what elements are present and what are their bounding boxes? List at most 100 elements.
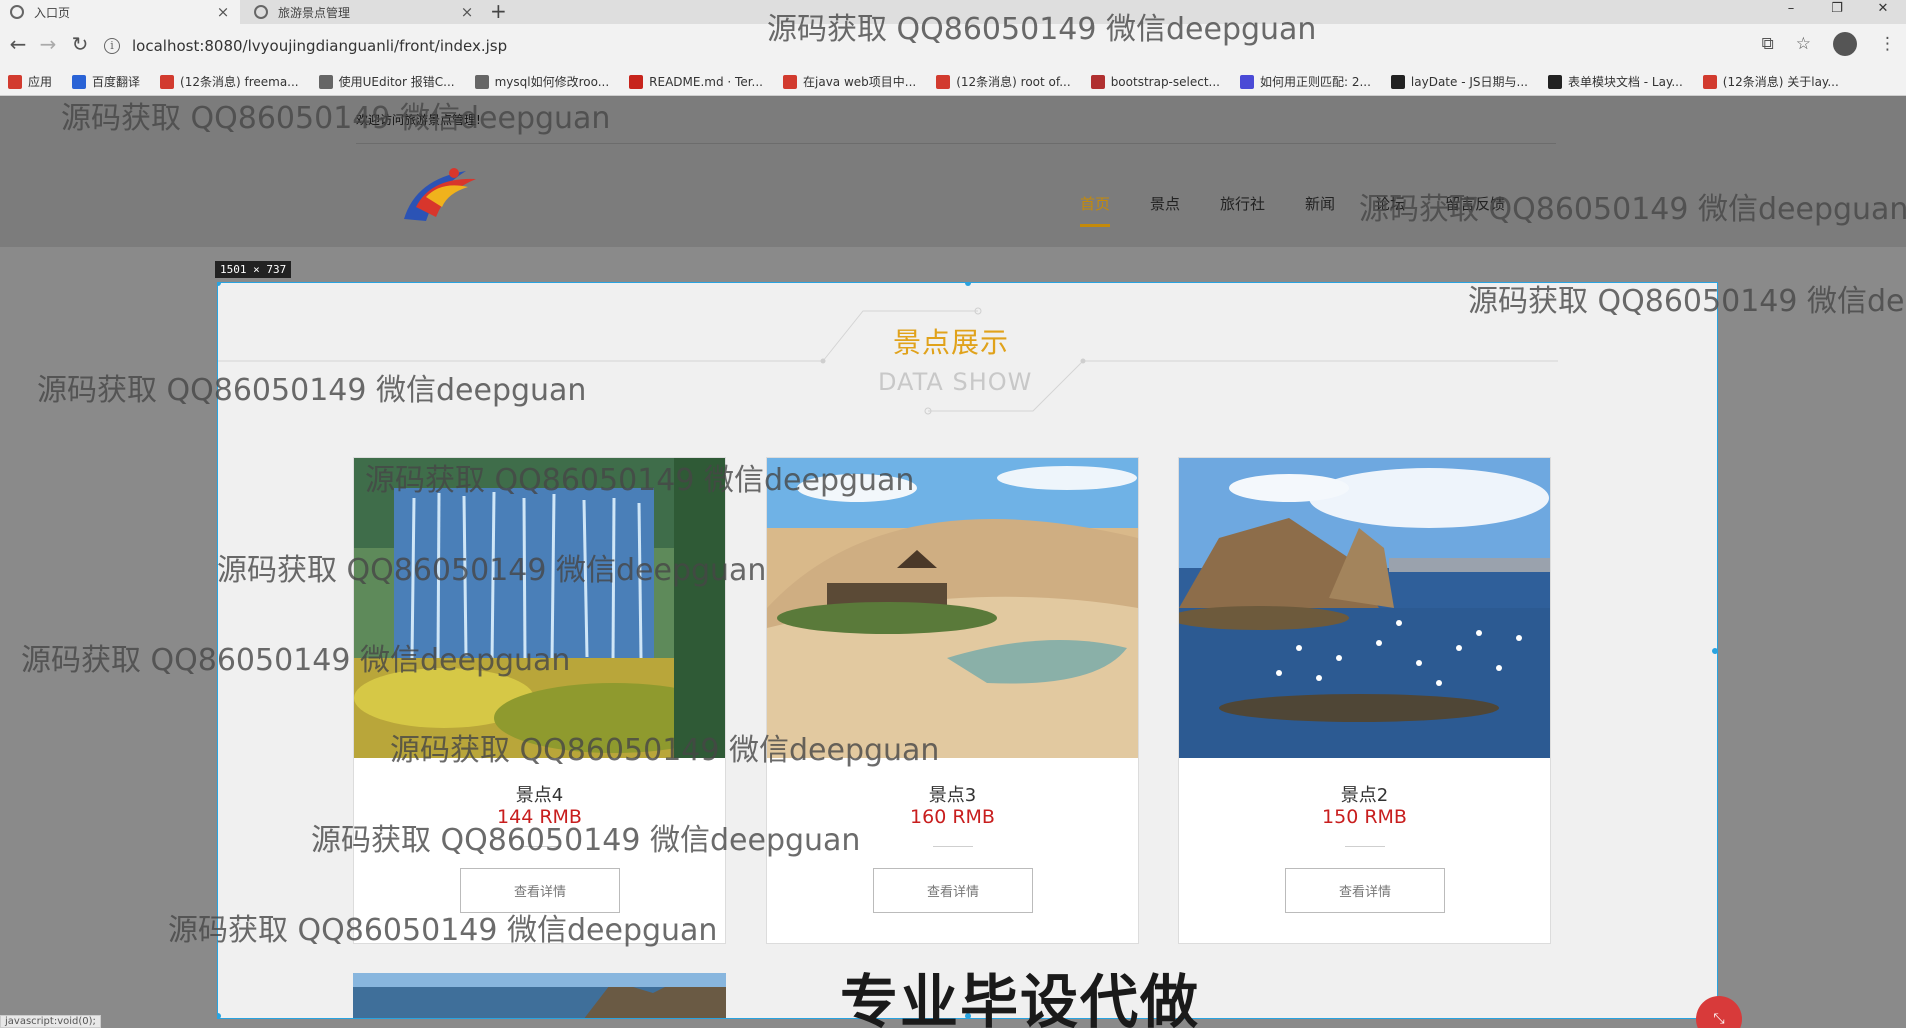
- bookmark-item[interactable]: (12条消息) freema...: [160, 73, 299, 90]
- tab-attraction-management[interactable]: 旅游景点管理 ×: [244, 0, 484, 24]
- bookmark-item[interactable]: 应用: [8, 73, 52, 90]
- page-favicon-icon: [254, 5, 268, 19]
- section-title-en: DATA SHOW: [878, 368, 1033, 396]
- attraction-photo-waterfall[interactable]: [354, 458, 734, 758]
- nav-feedback[interactable]: 留言反馈: [1445, 193, 1505, 227]
- view-details-button[interactable]: 查看详情: [460, 868, 620, 913]
- promo-banner: 专业毕设代做: [840, 968, 1201, 1028]
- bookmark-favicon-icon: [1702, 74, 1717, 89]
- bookmark-item[interactable]: mysql如何修改roo...: [474, 73, 610, 90]
- window-controls: – ❐ ✕: [1768, 0, 1906, 24]
- bookmark-label: bootstrap-select...: [1110, 74, 1220, 89]
- minimize-icon[interactable]: –: [1768, 0, 1814, 24]
- bookmark-item[interactable]: bootstrap-select...: [1090, 74, 1220, 89]
- attraction-name: 景点2: [1340, 785, 1389, 806]
- bookmark-label: README.md · Ter...: [649, 74, 763, 89]
- card-divider: [933, 846, 973, 847]
- profile-avatar-icon[interactable]: [1833, 32, 1857, 56]
- bookmark-favicon-icon: [1239, 74, 1254, 89]
- info-icon[interactable]: i: [104, 38, 120, 54]
- bookmark-favicon-icon: [72, 74, 87, 89]
- header-divider: [356, 143, 1556, 144]
- browser-tab-bar: 入口页 × 旅游景点管理 × + – ❐ ✕: [0, 0, 1906, 24]
- bookmark-favicon-icon: [1547, 74, 1562, 89]
- bookmark-label: 使用UEditor 报错C...: [338, 75, 455, 89]
- attraction-price: 160 RMB: [910, 806, 995, 828]
- attraction-photo-coast[interactable]: [1169, 458, 1550, 758]
- tab-label: 入口页: [34, 5, 71, 20]
- bookmark-favicon-icon: [474, 74, 489, 89]
- bookmark-label: 在java web项目中...: [803, 75, 917, 89]
- bookmark-item[interactable]: README.md · Ter...: [629, 74, 763, 89]
- bookmark-item[interactable]: (12条消息) root of...: [936, 73, 1071, 90]
- address-bar: ← → ↻ i localhost:8080/lvyoujingdianguan…: [0, 24, 1906, 68]
- bookmark-label: (12条消息) freema...: [180, 75, 299, 89]
- url-field[interactable]: i localhost:8080/lvyoujingdianguanli/fro…: [104, 33, 507, 59]
- attraction-card[interactable]: 景点2 150 RMB 查看详情: [1169, 457, 1551, 944]
- nav-home[interactable]: 首页: [1080, 193, 1111, 227]
- bookmark-item[interactable]: 使用UEditor 报错C...: [318, 73, 455, 90]
- selection-handle: [1712, 648, 1717, 654]
- section-title-cn: 景点展示: [893, 326, 1010, 359]
- tab-entry-page[interactable]: 入口页 ×: [0, 0, 240, 24]
- bookmark-label: (12条消息) 关于lay...: [1722, 75, 1839, 89]
- bookmark-item[interactable]: 如何用正则匹配: 2...: [1239, 73, 1371, 90]
- bookmark-item[interactable]: (12条消息) 关于lay...: [1702, 73, 1839, 90]
- bookmark-label: 应用: [28, 75, 53, 89]
- bookmark-label: (12条消息) root of...: [956, 75, 1071, 89]
- toolbar-actions: ⧉ ☆ ⋮: [1762, 32, 1896, 56]
- attraction-name: 景点4: [515, 785, 564, 806]
- forward-icon[interactable]: →: [36, 32, 60, 56]
- url-text: localhost:8080/lvyoujingdianguanli/front…: [132, 37, 508, 55]
- attraction-card[interactable]: 景点3 160 RMB 查看详情: [766, 457, 1139, 944]
- close-window-icon[interactable]: ✕: [1860, 0, 1906, 24]
- site-header: 欢迎访问旅游景点管理! 首页 景点 旅行社 新闻 论坛 留言反馈: [0, 97, 1906, 247]
- attraction-price: 150 RMB: [1322, 806, 1407, 828]
- bookmark-item[interactable]: 表单模块文档 - Lay...: [1547, 73, 1683, 90]
- bookmark-item[interactable]: layDate - JS日期与...: [1390, 73, 1528, 90]
- new-tab-button[interactable]: +: [490, 0, 507, 24]
- view-details-button[interactable]: 查看详情: [873, 868, 1033, 913]
- selection-handle: [218, 1013, 221, 1018]
- bookmark-favicon-icon: [629, 74, 644, 89]
- bookmark-label: 如何用正则匹配: 2...: [1259, 75, 1371, 89]
- status-bar-url: javascript:void(0);: [0, 1015, 101, 1028]
- nav-attractions[interactable]: 景点: [1150, 193, 1180, 227]
- back-icon[interactable]: ←: [6, 32, 30, 56]
- attraction-photo-desert[interactable]: [767, 458, 1138, 758]
- main-nav: 首页 景点 旅行社 新闻 论坛 留言反馈: [1080, 193, 1505, 227]
- bookmark-label: mysql如何修改roo...: [494, 75, 610, 89]
- bookmark-favicon-icon: [783, 74, 797, 89]
- attraction-card[interactable]: 景点4 144 RMB 查看详情: [353, 457, 734, 944]
- tab-label: 旅游景点管理: [278, 5, 351, 20]
- nav-news[interactable]: 新闻: [1305, 193, 1335, 227]
- inspector-dimension-tooltip: 1501 × 737: [215, 261, 292, 278]
- translate-icon[interactable]: ⧉: [1762, 34, 1774, 54]
- attractions-section: 景点展示 DATA SHOW 景点4 144 RMB 查看详情 景点3 160 …: [217, 282, 1718, 1019]
- bookmark-favicon-icon: [160, 74, 175, 89]
- card-divider: [1345, 846, 1385, 847]
- bookmark-favicon-icon: [318, 74, 333, 89]
- menu-kebab-icon[interactable]: ⋮: [1879, 34, 1896, 54]
- restore-icon[interactable]: ❐: [1814, 0, 1860, 24]
- close-tab-icon[interactable]: ×: [460, 3, 474, 21]
- bookmark-favicon-icon: [936, 74, 951, 89]
- attraction-photo-partial[interactable]: [353, 973, 726, 1019]
- apps-grid-icon: [8, 74, 22, 89]
- bookmark-star-icon[interactable]: ☆: [1796, 34, 1811, 54]
- site-logo[interactable]: [396, 159, 486, 231]
- bookmark-item[interactable]: 在java web项目中...: [783, 73, 916, 90]
- nav-forum[interactable]: 论坛: [1375, 193, 1405, 227]
- bookmark-favicon-icon: [1390, 74, 1405, 89]
- bookmark-label: 表单模块文档 - Lay...: [1567, 75, 1683, 89]
- bookmark-label: 百度翻译: [92, 75, 141, 89]
- view-details-button[interactable]: 查看详情: [1285, 868, 1445, 913]
- nav-travel-agency[interactable]: 旅行社: [1220, 193, 1265, 227]
- section-title: 景点展示 DATA SHOW: [218, 283, 1717, 433]
- card-divider: [520, 846, 560, 847]
- welcome-text: 欢迎访问旅游景点管理!: [356, 113, 481, 127]
- reload-icon[interactable]: ↻: [68, 32, 92, 56]
- bookmark-item[interactable]: 百度翻译: [72, 73, 140, 90]
- close-tab-icon[interactable]: ×: [216, 3, 230, 21]
- bookmark-label: layDate - JS日期与...: [1410, 75, 1528, 89]
